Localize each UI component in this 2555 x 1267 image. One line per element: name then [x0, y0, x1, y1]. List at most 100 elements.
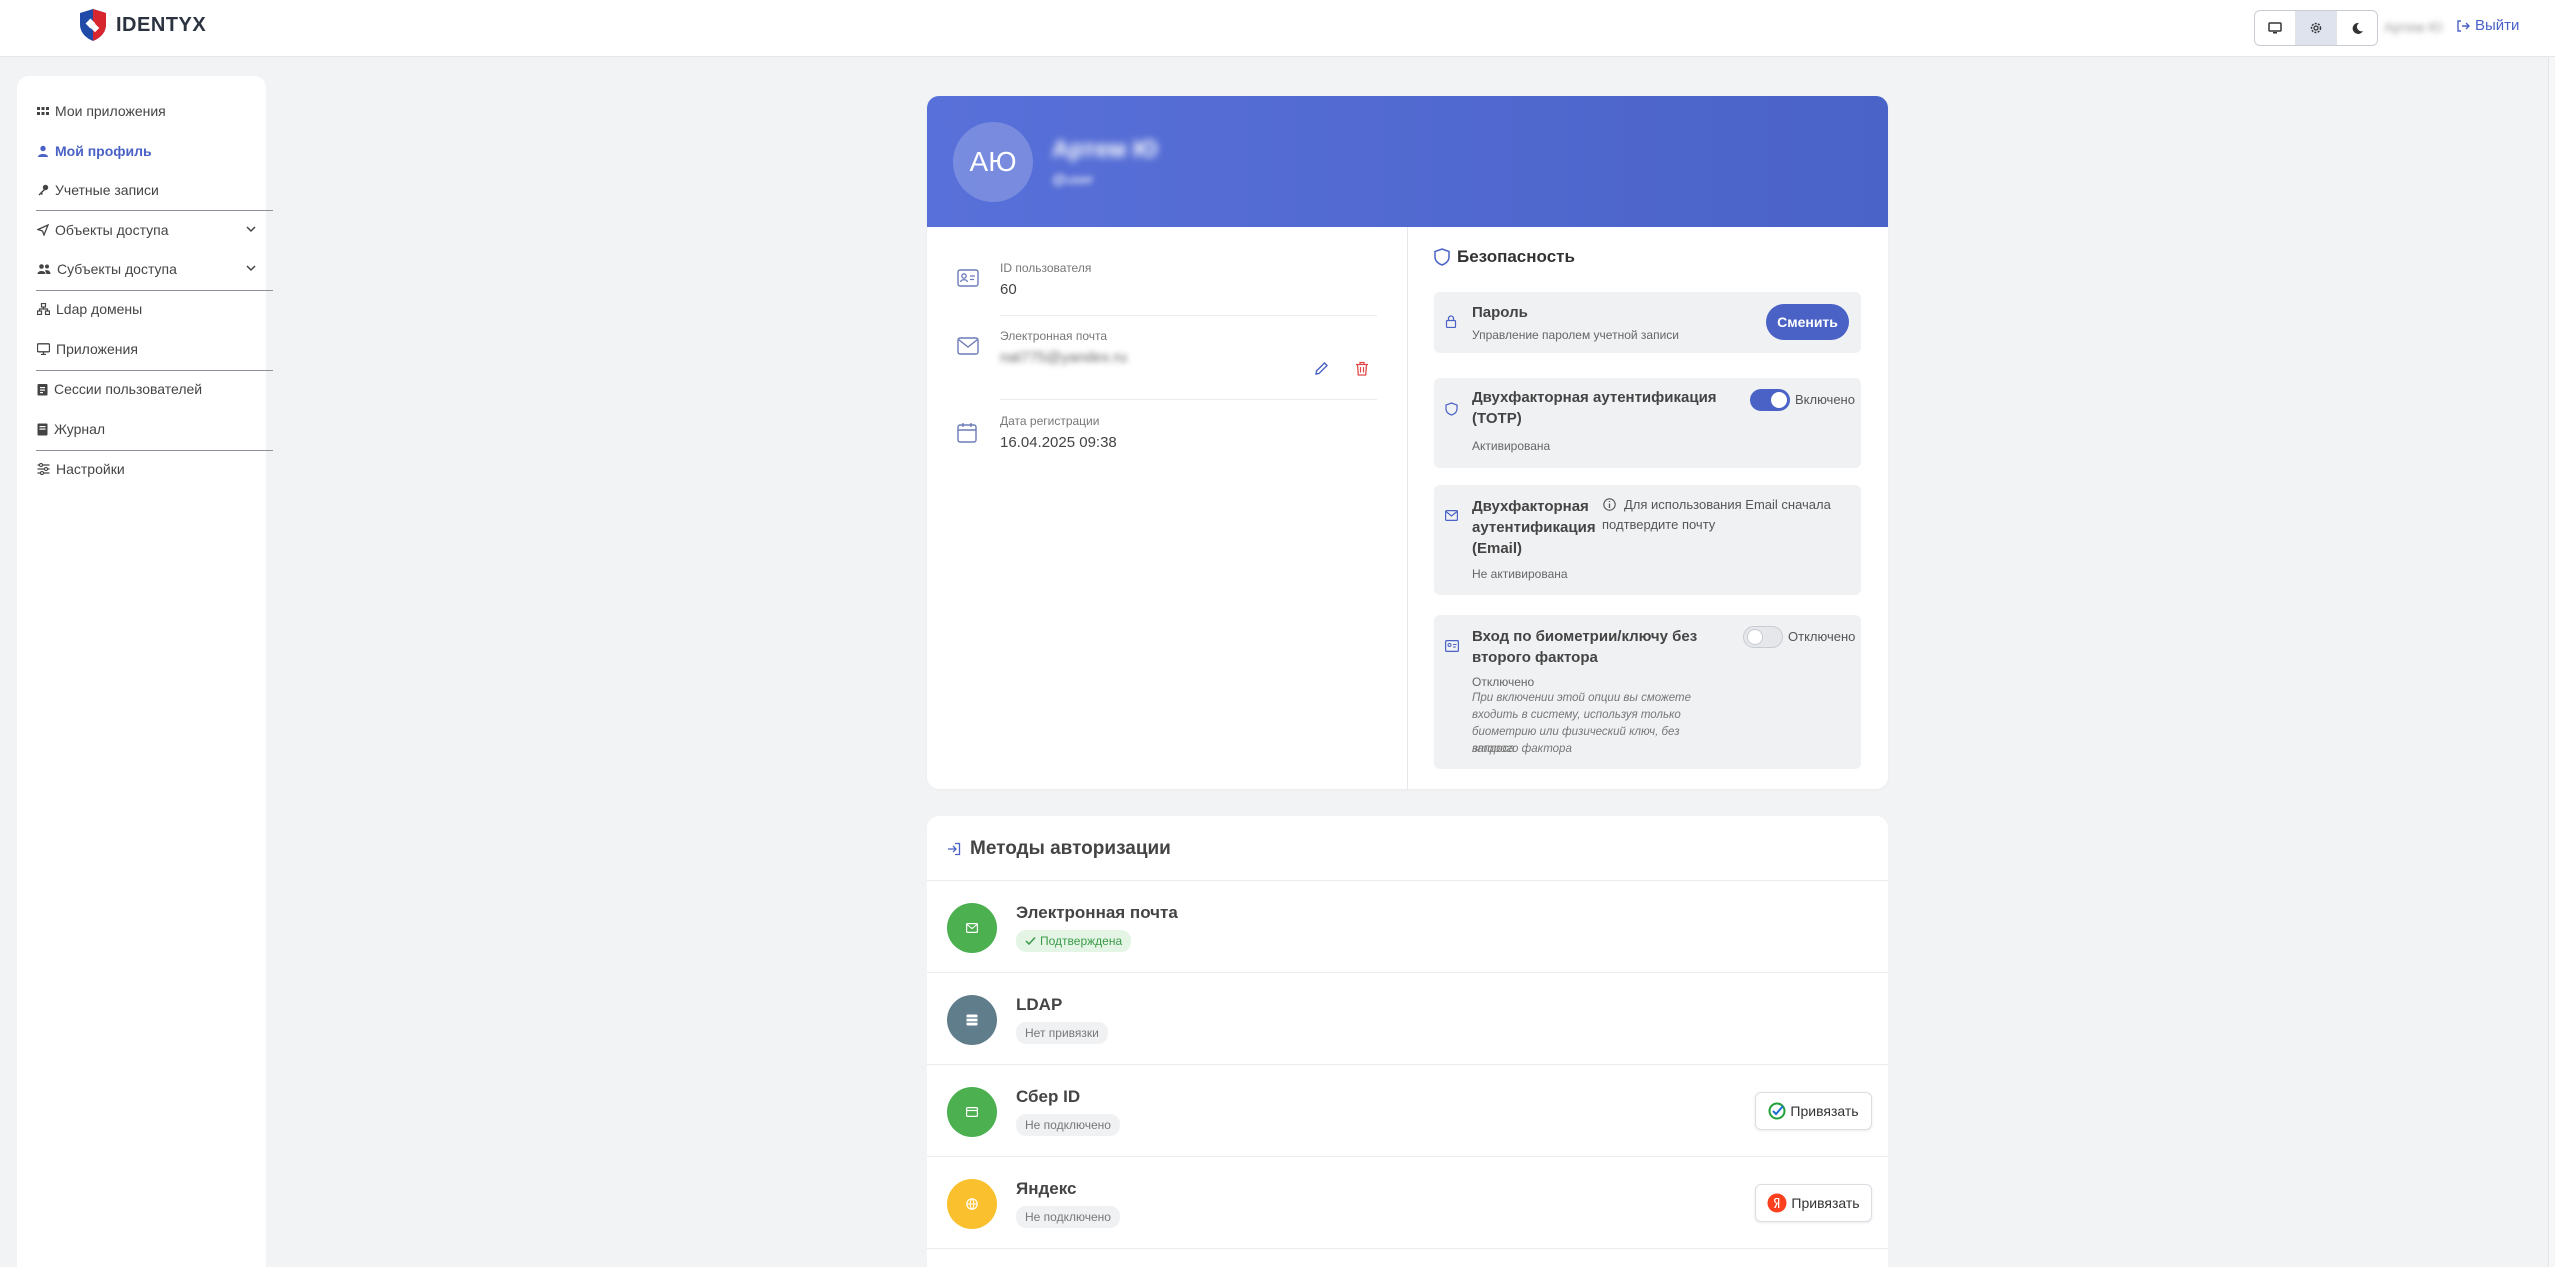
profile-name: Артем Ю	[1052, 136, 1158, 163]
sidebar-item-label: Объекты доступа	[55, 222, 169, 238]
brand-logo[interactable]: IDENTYX	[78, 8, 206, 42]
id-card-icon	[957, 269, 979, 287]
email2fa-hint-line1: Для использования Email сначала	[1624, 497, 1831, 512]
field-label: Электронная почта	[1000, 329, 1108, 343]
email2fa-hint-line2: подтвердите почту	[1602, 517, 1716, 532]
sidebar-item-label: Ldap домены	[56, 301, 143, 317]
shield-logo-icon	[80, 9, 106, 41]
divider	[927, 1248, 1888, 1249]
bind-sber-button[interactable]: Привязать	[1755, 1092, 1872, 1130]
sidebar-item-access-objects[interactable]: Объекты доступа	[37, 222, 257, 238]
mail-icon	[1445, 510, 1458, 521]
sidebar-item-my-profile[interactable]: Мой профиль	[37, 143, 152, 159]
desktop-icon	[2268, 22, 2282, 34]
auth-method-row: Электронная почта Подтверждена	[927, 880, 1888, 972]
brand-name: IDENTYX	[116, 13, 207, 36]
status-badge: Не подключено	[1016, 1206, 1120, 1228]
sidebar-item-label: Приложения	[56, 341, 138, 357]
sidebar-item-accounts[interactable]: Учетные записи	[37, 182, 159, 198]
auth-method-name: Яндекс	[1016, 1179, 1077, 1198]
biometric-toggle-label: Отключено	[1788, 629, 1856, 644]
globe-icon	[966, 1198, 978, 1210]
theme-desktop-button[interactable]	[2255, 11, 2295, 45]
send-icon	[37, 224, 49, 236]
chevron-down-icon[interactable]	[245, 223, 257, 235]
sidebar-item-label: Учетные записи	[55, 182, 159, 198]
field-label: ID пользователя	[1000, 261, 1092, 275]
edit-email-pencil-icon[interactable]	[1314, 361, 1329, 376]
totp-toggle-label: Включено	[1795, 392, 1855, 407]
sliders-icon	[37, 463, 50, 475]
biometric-note-line2: входить в систему, используя только	[1472, 709, 1681, 721]
mail-icon	[957, 337, 979, 355]
chevron-down-icon[interactable]	[245, 262, 257, 274]
logout-label: Выйти	[2475, 17, 2520, 34]
totp-section: Двухфакторная аутентификация (TOTP) Акти…	[1434, 378, 1861, 468]
clipboard-icon	[37, 383, 48, 395]
yandex-logo-icon	[1767, 1193, 1787, 1213]
change-password-button[interactable]: Сменить	[1766, 304, 1849, 340]
avatar: АЮ	[953, 122, 1033, 202]
sidebar-item-access-subjects[interactable]: Субъекты доступа	[37, 261, 257, 277]
bind-button-label: Привязать	[1790, 1103, 1859, 1119]
logout-button[interactable]: Выйти	[2456, 17, 2519, 34]
check-icon	[1025, 936, 1036, 946]
sidebar-divider	[36, 370, 273, 371]
sidebar-divider	[36, 450, 273, 451]
sidebar-item-label: Сессии пользователей	[54, 381, 203, 397]
status-badge: Нет привязки	[1016, 1022, 1108, 1044]
sber-logo-icon	[1768, 1102, 1786, 1120]
security-title: Безопасность	[1434, 247, 1575, 267]
key-icon	[38, 184, 49, 196]
password-section: Пароль Управление паролем учетной записи…	[1434, 292, 1861, 353]
profile-card: АЮ Артем Ю @user ID пользователя 60 Элек…	[927, 96, 1888, 789]
auth-method-email-avatar	[947, 903, 997, 953]
biometric-title-line1: Вход по биометрии/ключу без	[1472, 628, 1698, 645]
auth-method-name: Электронная почта	[1016, 903, 1178, 922]
sidebar-item-user-sessions[interactable]: Сессии пользователей	[37, 381, 202, 397]
sidebar-divider	[36, 290, 273, 291]
card-icon	[966, 1107, 978, 1117]
auth-method-name: LDAP	[1016, 995, 1063, 1014]
password-title: Пароль	[1472, 304, 1528, 321]
biometric-title-line2: второго фактора	[1472, 649, 1598, 666]
id-card-icon	[1445, 640, 1459, 652]
email2fa-title-line1: Двухфакторная	[1472, 498, 1589, 515]
biometric-toggle[interactable]	[1743, 626, 1783, 648]
biometric-section: Вход по биометрии/ключу без второго факт…	[1434, 615, 1861, 769]
auth-method-ldap-avatar	[947, 995, 997, 1045]
auth-method-yandex-avatar	[947, 1179, 997, 1229]
totp-toggle[interactable]	[1750, 389, 1790, 411]
biometric-status: Отключено	[1472, 675, 1535, 689]
network-icon	[37, 303, 50, 315]
totp-status: Активирована	[1472, 439, 1551, 453]
delete-email-trash-icon[interactable]	[1355, 361, 1369, 376]
auth-method-row: LDAP Нет привязки	[927, 972, 1888, 1064]
auth-method-row: Яндекс Не подключено Привязать	[927, 1156, 1888, 1248]
sidebar-divider	[36, 210, 273, 211]
auth-methods-card: Методы авторизации Электронная почта Под…	[927, 816, 1888, 1267]
sidebar-item-applications[interactable]: Приложения	[37, 341, 138, 357]
divider	[1000, 399, 1377, 400]
theme-system-button[interactable]	[2295, 11, 2336, 45]
field-label: Дата регистрации	[1000, 414, 1100, 428]
server-icon	[966, 1014, 978, 1026]
sidebar-item-settings[interactable]: Настройки	[37, 461, 125, 477]
sidebar-item-my-apps[interactable]: Мои приложения	[37, 103, 166, 119]
sidebar-item-journal[interactable]: Журнал	[37, 421, 105, 437]
book-icon	[37, 423, 48, 435]
bind-yandex-button[interactable]: Привязать	[1755, 1184, 1872, 1222]
user-name: Артем Ю	[2384, 19, 2443, 35]
biometric-note-line4: второго фактора	[1472, 743, 1572, 755]
theme-dark-button[interactable]	[2336, 11, 2377, 45]
email2fa-title-line3: (Email)	[1472, 540, 1523, 557]
totp-title-line2: (TOTP)	[1472, 410, 1522, 427]
field-value: 16.04.2025 09:38	[1000, 434, 1117, 451]
user-icon	[38, 145, 48, 157]
page-scrollbar[interactable]	[2548, 57, 2555, 1267]
sidebar-item-ldap-domains[interactable]: Ldap домены	[37, 301, 142, 317]
sidebar-item-label: Субъекты доступа	[57, 261, 177, 277]
monitor-icon	[37, 343, 50, 355]
logout-icon	[2457, 19, 2470, 32]
shield-icon	[1445, 402, 1458, 416]
